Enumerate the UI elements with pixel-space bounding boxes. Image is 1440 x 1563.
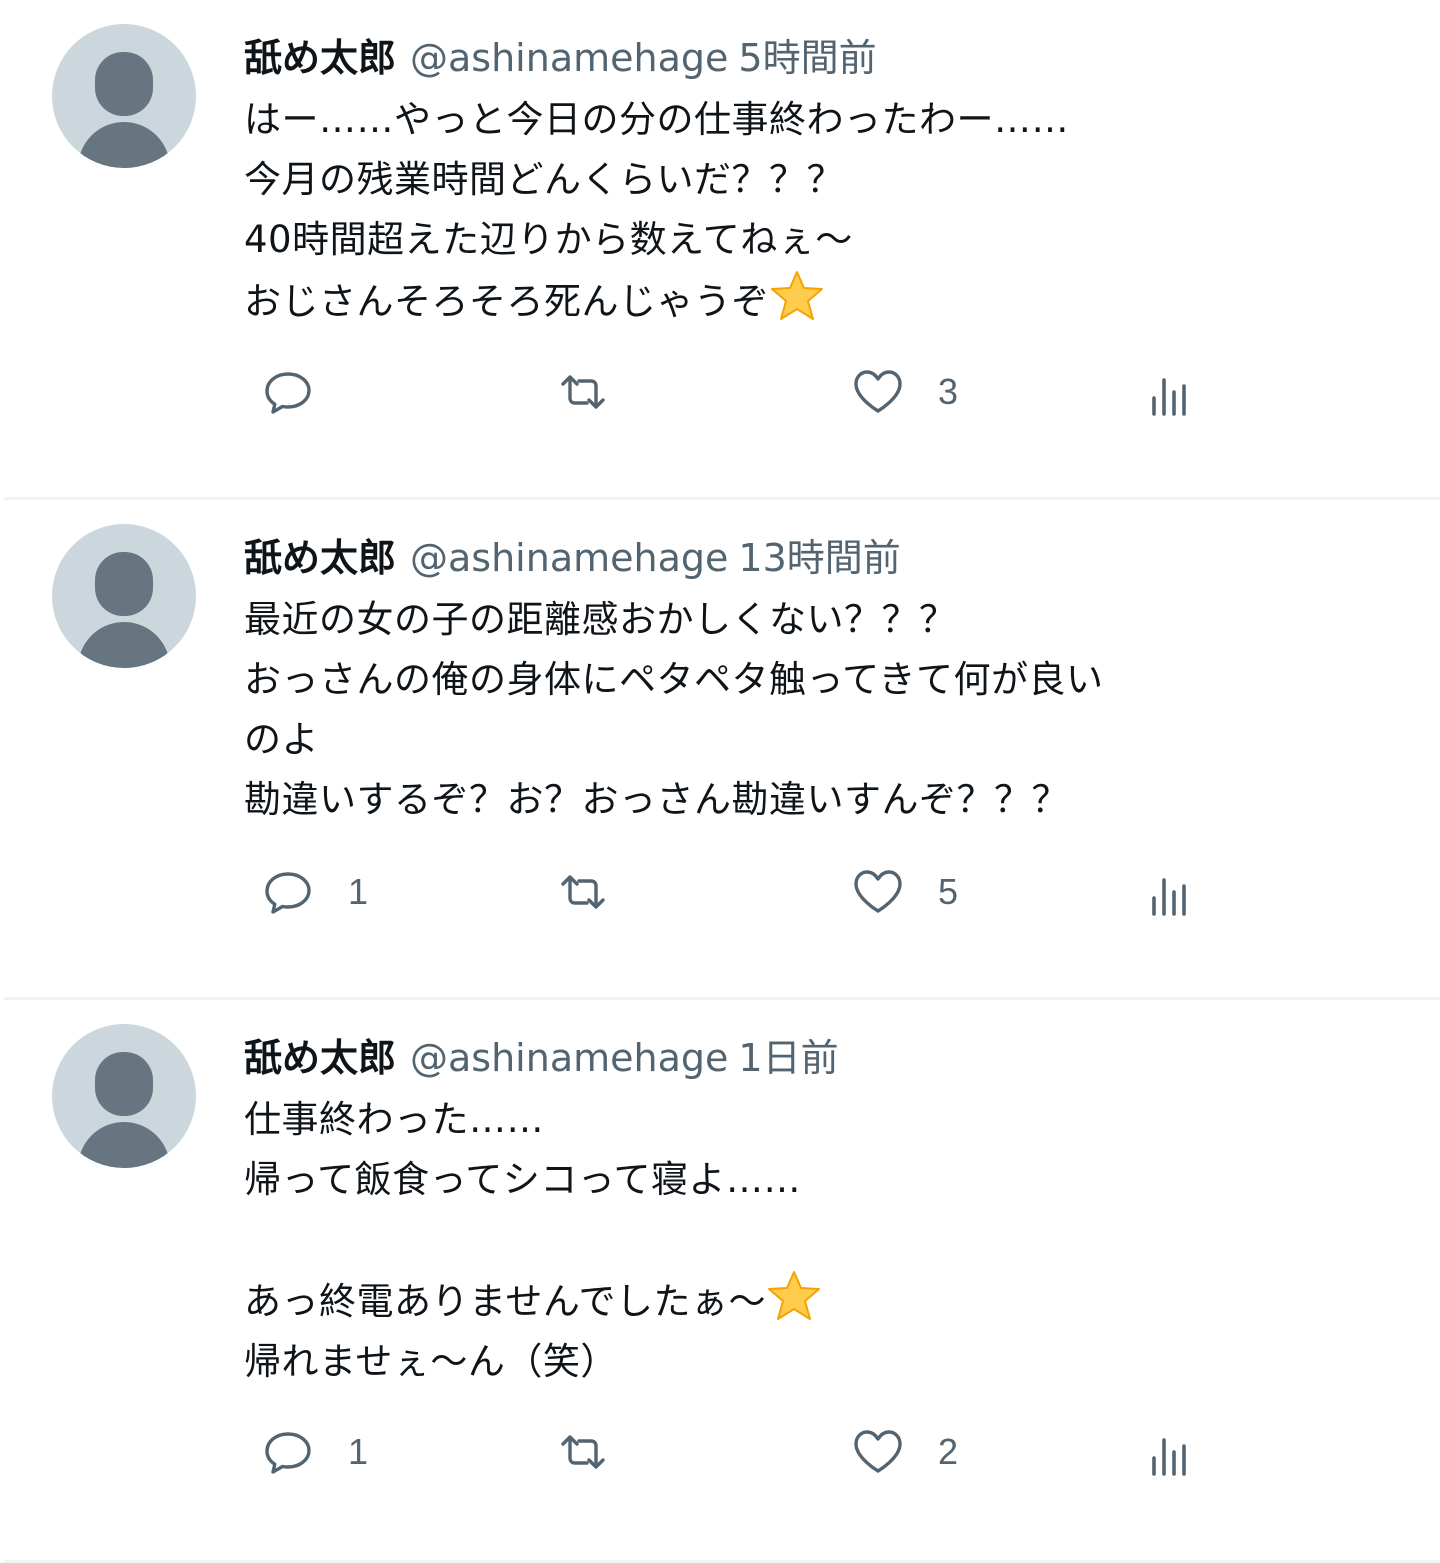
tweet-content: 舐め太郎 @ashinamehage 13時間前 最近の女の子の距離感おかしくない？… [244, 530, 1244, 830]
views-icon [1152, 378, 1186, 416]
like-count: 2 [938, 1431, 959, 1472]
tweet-text-line [244, 1210, 1244, 1270]
tweet[interactable]: 舐め太郎 @ashinamehage 13時間前 最近の女の子の距離感おかしくない？… [4, 500, 1440, 1000]
like-button[interactable]: 2 [848, 1422, 958, 1482]
retweet-icon [561, 1435, 605, 1469]
heart-icon [854, 870, 902, 913]
tweet-text-line: はー……やっと今日の分の仕事終わったわー…… [244, 98, 1069, 141]
tweet-actions: 3 [258, 362, 1218, 422]
reply-count: 1 [348, 871, 369, 912]
reply-icon [265, 872, 311, 914]
heart-icon [854, 1430, 902, 1473]
tweet-header: 舐め太郎 @ashinamehage 1日前 [244, 1030, 1244, 1086]
timeline: 舐め太郎 @ashinamehage 5時間前 はー……やっと今日の分の仕事終わった… [0, 0, 1440, 1563]
avatar-head-shape [95, 552, 153, 616]
tweet-header: 舐め太郎 @ashinamehage 5時間前 [244, 30, 1244, 86]
views-button[interactable] [1140, 362, 1200, 422]
like-count: 5 [938, 871, 959, 912]
heart-icon [854, 370, 902, 413]
tweet-actions: 1 5 [258, 862, 1218, 922]
tweet-content: 舐め太郎 @ashinamehage 5時間前 はー……やっと今日の分の仕事終わった… [244, 30, 1244, 332]
tweet[interactable]: 舐め太郎 @ashinamehage 1日前 仕事終わった…… 帰って飯食ってシコって… [4, 1000, 1440, 1563]
views-icon [1152, 878, 1186, 916]
tweet-text-line: 仕事終わった…… [244, 1098, 544, 1141]
tweet-text-line: おっさんの俺の身体にペタペタ触ってきて何が良い [244, 658, 1104, 701]
reply-icon [265, 372, 311, 414]
retweet-icon [561, 875, 605, 909]
tweet-text-line-content: あっ終電ありませんでしたぁ〜 [244, 1280, 767, 1323]
retweet-button[interactable] [553, 1422, 643, 1482]
display-name[interactable]: 舐め太郎 [244, 1036, 396, 1080]
avatar[interactable] [52, 524, 196, 668]
avatar[interactable] [52, 24, 196, 168]
tweet-text: 仕事終わった…… 帰って飯食ってシコって寝よ…… あっ終電ありませんでしたぁ〜 帰れま… [244, 1090, 1244, 1392]
retweet-button[interactable] [553, 362, 643, 422]
reply-button[interactable]: 1 [258, 1422, 368, 1482]
tweet-text-line: あっ終電ありませんでしたぁ〜 [244, 1270, 1244, 1332]
views-icon [1152, 1438, 1186, 1476]
tweet-text-line-content: おじさんそろそろ死んじゃうぞ [244, 280, 769, 323]
avatar-head-shape [95, 52, 153, 116]
views-button[interactable] [1140, 862, 1200, 922]
star-emoji-icon [771, 271, 823, 320]
tweet[interactable]: 舐め太郎 @ashinamehage 5時間前 はー……やっと今日の分の仕事終わった… [4, 0, 1440, 500]
tweet-content: 舐め太郎 @ashinamehage 1日前 仕事終わった…… 帰って飯食ってシコって… [244, 1030, 1244, 1392]
tweet-text-line: 最近の女の子の距離感おかしくない？？？ [244, 598, 957, 641]
tweet-header: 舐め太郎 @ashinamehage 13時間前 [244, 530, 1244, 586]
tweet-text-line: 勘違いするぞ？お？おっさん勘違いすんぞ？？？ [244, 778, 1069, 821]
avatar-shoulders-shape [78, 122, 170, 168]
like-button[interactable]: 3 [848, 362, 958, 422]
tweet-timestamp[interactable]: 1日前 [738, 1036, 838, 1080]
retweet-icon [561, 375, 605, 409]
tweet-text-line: 今月の残業時間どんくらいだ？？？ [244, 158, 844, 201]
tweet-text-line: のよ [244, 718, 319, 761]
tweet-actions: 1 2 [258, 1422, 1218, 1482]
tweet-text-line: 40時間超えた辺りから数えてねぇ〜 [244, 218, 853, 261]
star-emoji-icon [768, 1271, 821, 1320]
reply-icon [265, 1432, 311, 1474]
display-name[interactable]: 舐め太郎 [244, 536, 396, 580]
reply-count: 1 [348, 1431, 369, 1472]
user-handle[interactable]: @ashinamehage [410, 1036, 728, 1080]
user-handle[interactable]: @ashinamehage [410, 36, 728, 80]
avatar-shoulders-shape [78, 622, 170, 668]
user-handle[interactable]: @ashinamehage [410, 536, 728, 580]
tweet-text-line: おじさんそろそろ死んじゃうぞ [244, 270, 1244, 332]
like-count: 3 [938, 371, 959, 412]
retweet-button[interactable] [553, 862, 643, 922]
display-name[interactable]: 舐め太郎 [244, 36, 396, 80]
views-button[interactable] [1140, 1422, 1200, 1482]
like-button[interactable]: 5 [848, 862, 958, 922]
tweet-timestamp[interactable]: 5時間前 [738, 36, 876, 80]
avatar-head-shape [95, 1052, 153, 1116]
avatar[interactable] [52, 1024, 196, 1168]
tweet-timestamp[interactable]: 13時間前 [738, 536, 900, 580]
tweet-text-line: 帰れませぇ〜ん（笑） [244, 1340, 618, 1383]
tweet-text: 最近の女の子の距離感おかしくない？？？ おっさんの俺の身体にペタペタ触ってきて何が… [244, 590, 1244, 830]
reply-button[interactable] [258, 362, 348, 422]
avatar-shoulders-shape [78, 1122, 170, 1168]
tweet-text: はー……やっと今日の分の仕事終わったわー…… 今月の残業時間どんくらいだ？？？ 40… [244, 90, 1244, 332]
reply-button[interactable]: 1 [258, 862, 368, 922]
tweet-text-line: 帰って飯食ってシコって寝よ…… [244, 1158, 801, 1201]
